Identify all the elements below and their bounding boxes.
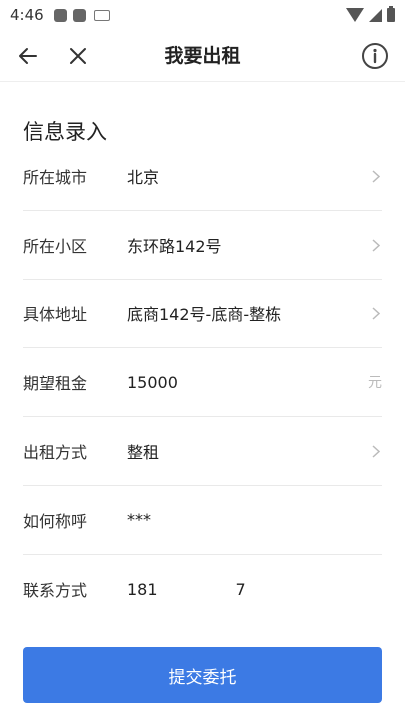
contact-row[interactable]: 联系方式 181 7 <box>23 555 382 624</box>
address-row[interactable]: 具体地址 底商142号-底商-整栋 <box>23 280 382 349</box>
status-bar: 4:46 <box>0 0 405 30</box>
chevron-right-icon <box>372 239 380 252</box>
rent-type-label: 出租方式 <box>23 443 88 463</box>
community-value: 东环路142号 <box>127 236 222 256</box>
nav-bar: 我要出租 <box>0 30 405 82</box>
chevron-right-icon <box>372 307 380 321</box>
status-time: 4:46 <box>10 6 44 24</box>
keyboard-icon <box>93 9 110 21</box>
battery-icon <box>387 6 395 22</box>
contact-value: 181 7 <box>127 579 246 600</box>
address-label: 具体地址 <box>23 305 88 325</box>
rental-form: 所在城市 北京 所在小区 东环路142号 具体地址 底商142号-底商-整栋 期… <box>23 142 382 624</box>
contact-label: 联系方式 <box>23 581 88 601</box>
city-value: 北京 <box>127 167 160 187</box>
name-input[interactable] <box>127 510 327 530</box>
rent-label: 期望租金 <box>23 374 88 394</box>
status-right-icons <box>346 6 395 22</box>
name-label: 如何称呼 <box>23 511 88 531</box>
rent-type-row[interactable]: 出租方式 整租 <box>23 417 382 486</box>
redacted-mask <box>157 579 236 600</box>
notification-icon <box>72 8 86 22</box>
info-icon <box>362 43 388 69</box>
rent-row: 期望租金 元 <box>23 348 382 418</box>
community-row[interactable]: 所在小区 东环路142号 <box>23 211 382 280</box>
rent-type-value: 整租 <box>127 443 160 463</box>
city-label: 所在城市 <box>23 167 88 187</box>
rent-unit: 元 <box>368 375 382 392</box>
contact-suffix: 7 <box>235 579 246 599</box>
page-title: 我要出租 <box>164 45 241 67</box>
rent-input[interactable] <box>127 372 327 392</box>
info-button[interactable] <box>353 34 397 78</box>
notification-icon <box>53 8 67 22</box>
signal-icon <box>369 8 382 22</box>
community-label: 所在小区 <box>23 236 88 256</box>
chevron-right-icon <box>372 445 380 458</box>
address-value: 底商142号-底商-整栋 <box>127 305 282 325</box>
contact-prefix: 181 <box>127 579 158 599</box>
chevron-right-icon <box>372 170 380 183</box>
submit-button[interactable]: 提交委托 <box>23 647 382 703</box>
wifi-icon <box>346 8 364 22</box>
city-row[interactable]: 所在城市 北京 <box>23 142 382 211</box>
name-row: 如何称呼 <box>23 486 382 555</box>
